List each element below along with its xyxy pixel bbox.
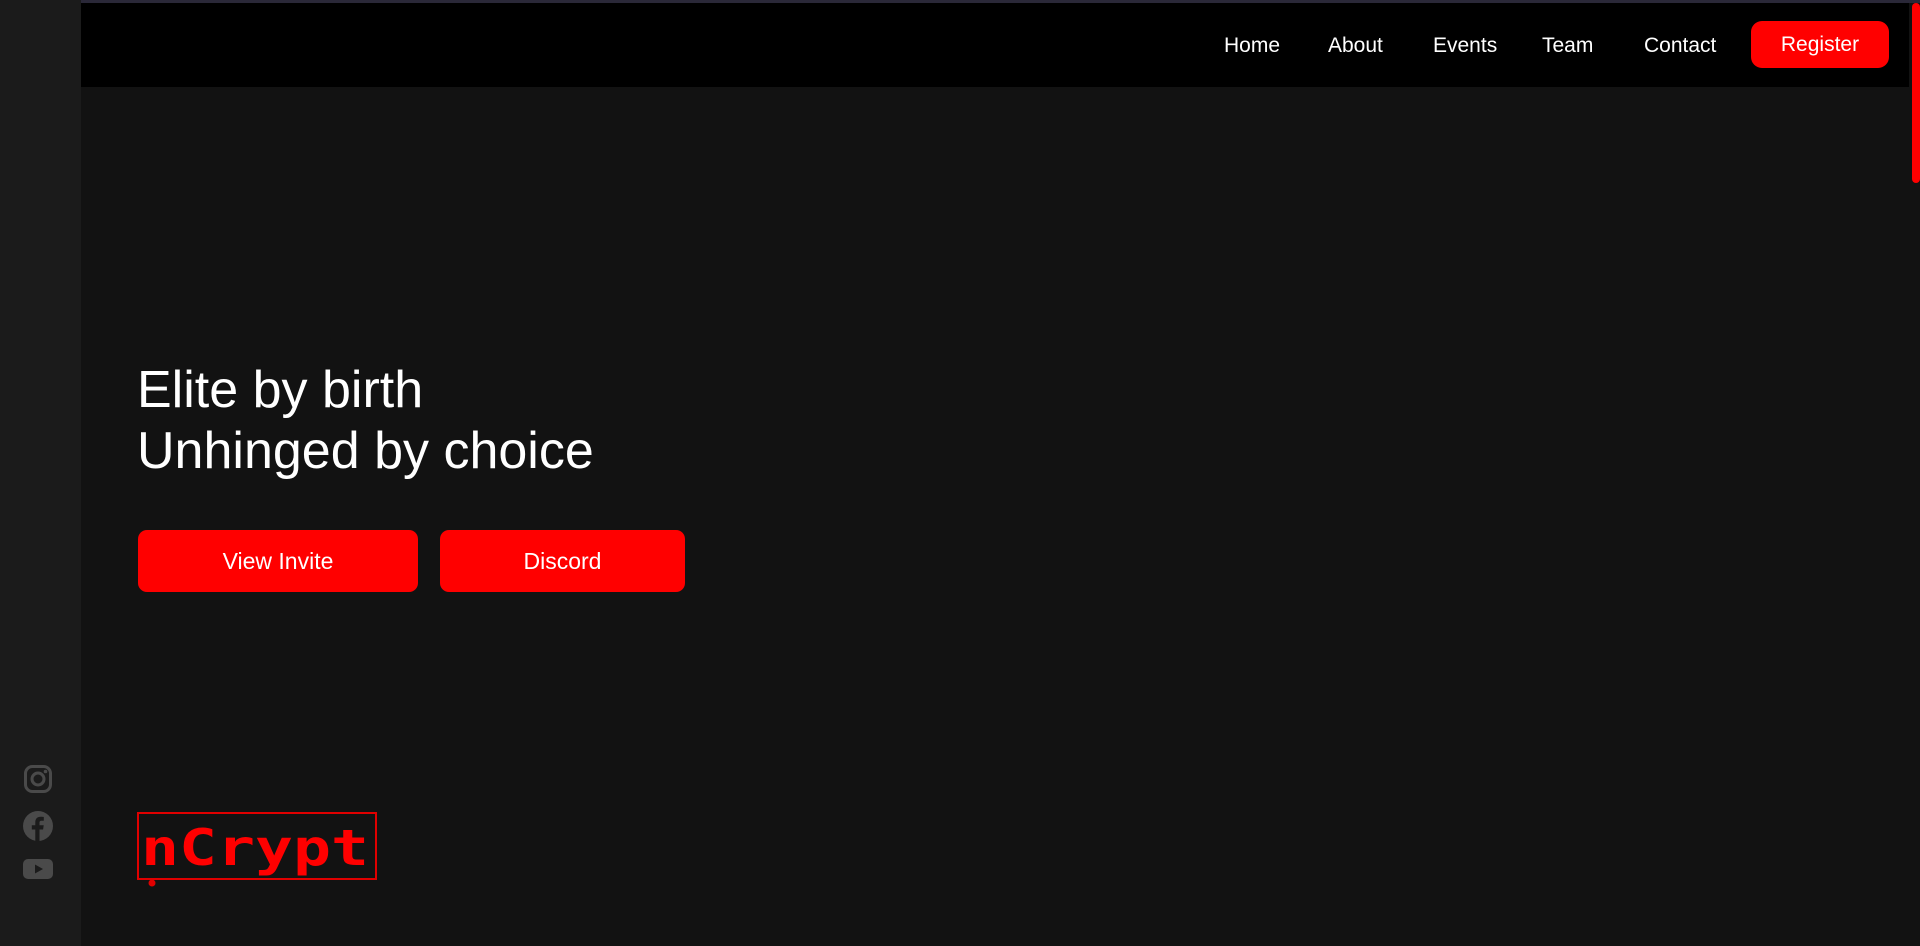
youtube-icon bbox=[23, 859, 53, 879]
view-invite-button[interactable]: View Invite bbox=[138, 530, 418, 592]
top-navbar: Home About Events Team Contact Register bbox=[81, 3, 1909, 87]
facebook-link[interactable] bbox=[22, 810, 54, 842]
youtube-link[interactable] bbox=[22, 853, 54, 885]
nav-events[interactable]: Events bbox=[1433, 33, 1497, 59]
main-content: Home About Events Team Contact Register … bbox=[81, 3, 1909, 946]
nav-team[interactable]: Team bbox=[1542, 33, 1593, 59]
facebook-icon bbox=[23, 811, 53, 841]
hero-heading: Elite by birth Unhinged by choice bbox=[137, 360, 594, 482]
ncrypt-logo: nCrypt bbox=[137, 812, 377, 887]
register-button[interactable]: Register bbox=[1751, 21, 1889, 68]
discord-button[interactable]: Discord bbox=[440, 530, 685, 592]
hero-line-1: Elite by birth bbox=[137, 361, 424, 419]
instagram-link[interactable] bbox=[22, 763, 54, 795]
scrollbar-thumb[interactable] bbox=[1912, 3, 1920, 183]
instagram-icon bbox=[24, 765, 52, 793]
logo-text: nCrypt bbox=[141, 819, 369, 877]
social-sidebar bbox=[0, 0, 81, 946]
nav-home[interactable]: Home bbox=[1224, 33, 1280, 59]
nav-contact[interactable]: Contact bbox=[1644, 33, 1716, 59]
nav-about[interactable]: About bbox=[1328, 33, 1383, 59]
hero-line-2: Unhinged by choice bbox=[137, 422, 594, 480]
